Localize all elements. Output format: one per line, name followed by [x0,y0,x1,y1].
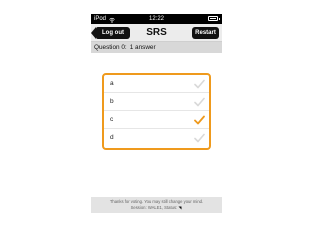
answer-label: a [110,80,114,87]
nav-bar: SRS Log out Restart [91,24,222,42]
answer-option-c[interactable]: c [104,111,209,129]
answer-option-b[interactable]: b [104,93,209,111]
answer-label: d [110,134,114,141]
answer-option-a[interactable]: a [104,75,209,93]
answer-option-d[interactable]: d [104,129,209,147]
answer-label: c [110,116,114,123]
check-icon [194,97,205,107]
status-bar: iPod 12:22 [91,14,222,24]
session-status-line: Session: WALE1, Status: [91,205,222,210]
status-time: 12:22 [148,16,164,22]
check-icon-selected [194,115,205,125]
battery-icon [208,16,220,21]
question-bar: Question 0: 1 answer [91,42,222,53]
restart-button[interactable]: Restart [192,27,219,39]
logout-button[interactable]: Log out [91,27,130,39]
check-icon [194,79,205,89]
vote-confirmation-text: Thanks for voting. You may still change … [109,199,204,204]
question-label: Question 0: [94,44,127,51]
answer-label: b [110,98,114,105]
phone-screen: iPod 12:22 SRS Log out Restart Question … [91,14,222,224]
check-icon [194,133,205,143]
footer-status: Thanks for voting. You may still change … [91,197,222,213]
answer-list: a b c d [102,73,211,150]
session-status-text: Session: WALE1, Status: [130,205,178,210]
answers-count: 1 answer [129,44,156,51]
arrow-icon [178,206,182,210]
